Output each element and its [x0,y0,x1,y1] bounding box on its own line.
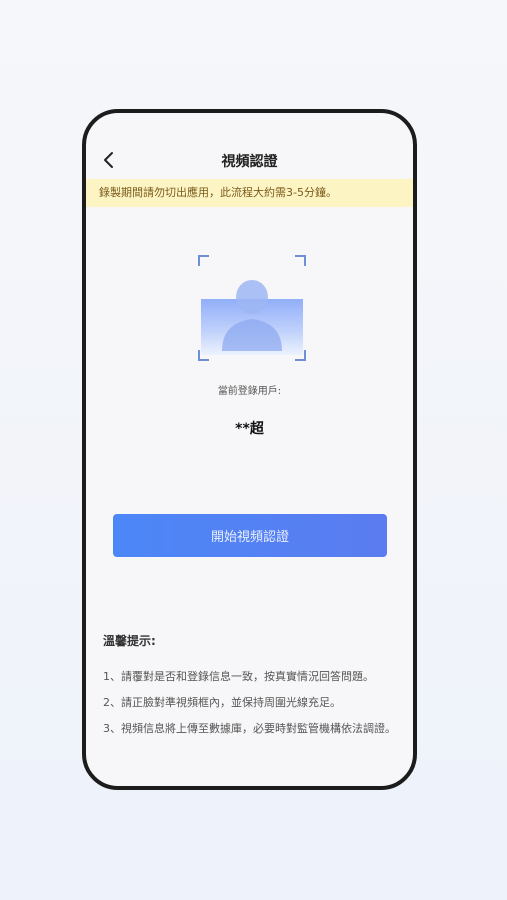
recording-notice-banner: 錄製期間請勿切出應用，此流程大約需3-5分鐘。 [86,179,413,207]
tip-item: 1、請覆對是否和登錄信息一致，按真實情況回答問題。 [103,670,374,683]
user-silhouette-icon [222,280,282,351]
tips-title: 溫馨提示: [103,634,156,648]
navigation-bar: 視頻認證 [86,113,413,179]
tips-list: 1、請覆對是否和登錄信息一致，按真實情況回答問題。 2、請正臉對準視頻框內，並保… [103,664,401,742]
face-capture-frame [198,255,306,361]
start-video-verification-button[interactable]: 開始視頻認證 [113,514,387,557]
page-title: 視頻認證 [221,154,278,170]
phone-frame: 視頻認證 錄製期間請勿切出應用，此流程大約需3-5分鐘。 當前登錄用戶: **超… [82,109,417,790]
current-user-name: **超 [235,421,264,437]
tip-item: 3、視頻信息將上傳至數據庫，必要時對監管機構依法調證。 [103,722,396,735]
current-user-label: 當前登錄用戶: [217,386,282,397]
tip-item: 2、請正臉對準視頻框內，並保持周圍光線充足。 [103,696,341,709]
